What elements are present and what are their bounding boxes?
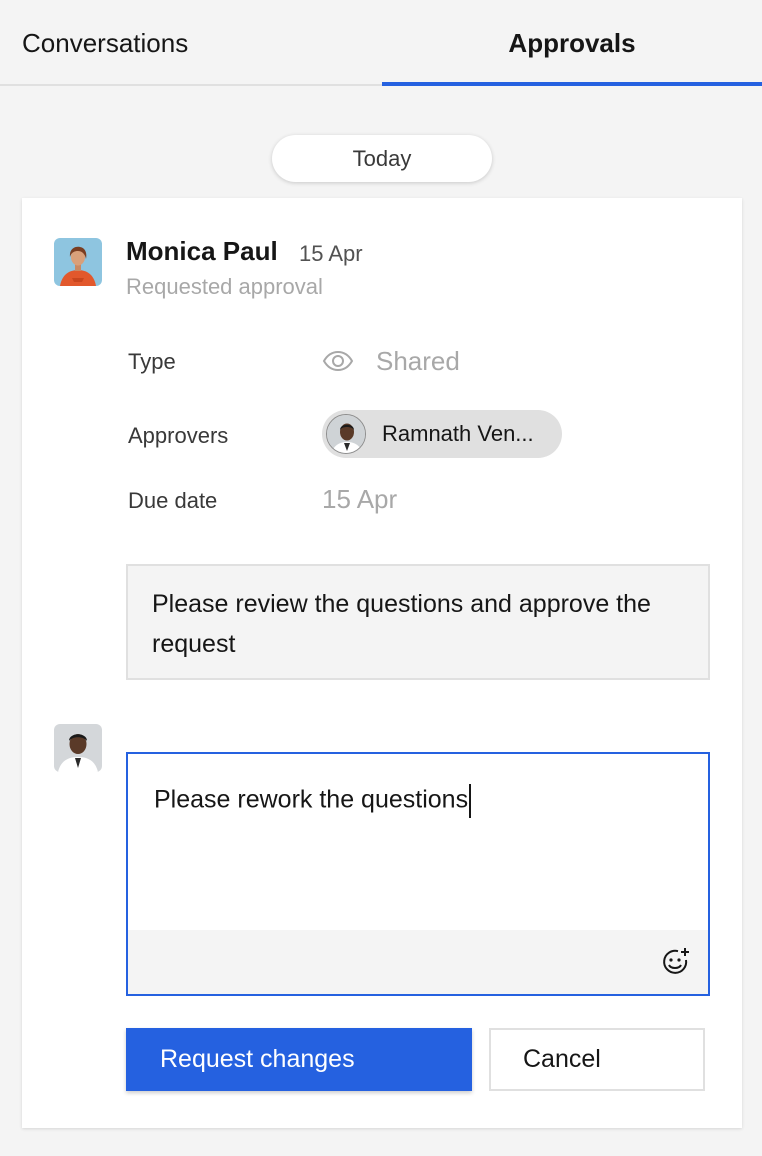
due-date-value: 15 Apr (322, 484, 398, 514)
tab-bar: Conversations Approvals (0, 0, 762, 86)
tab-approvals[interactable]: Approvals (382, 0, 762, 86)
due-date-label: Due date (128, 488, 218, 513)
active-tab-indicator (382, 82, 762, 86)
add-emoji-icon[interactable] (660, 946, 692, 978)
approval-card: Monica Paul 15 Apr Requested approval Ty… (22, 198, 742, 1128)
type-value: Shared (322, 344, 460, 378)
approvers-label: Approvers (128, 423, 229, 448)
reply-text[interactable]: Please rework the questions (154, 784, 472, 818)
reply-input[interactable]: Please rework the questions (126, 752, 710, 996)
request-action: Requested approval (126, 274, 323, 299)
request-message: Please review the questions and approve … (126, 564, 710, 680)
tab-approvals-label: Approvals (508, 27, 636, 58)
reply-value: Please rework the questions (154, 785, 469, 814)
text-caret (469, 784, 472, 818)
approver-avatar (326, 414, 366, 454)
request-date: 15 Apr (299, 241, 363, 266)
reply-toolbar (128, 930, 708, 994)
request-changes-button[interactable]: Request changes (126, 1028, 472, 1091)
tab-conversations[interactable]: Conversations (22, 0, 362, 86)
cancel-button[interactable]: Cancel (489, 1028, 705, 1091)
tab-conversations-label: Conversations (22, 27, 189, 58)
approver-chip[interactable]: Ramnath Ven... (322, 410, 562, 458)
approver-name: Ramnath Ven... (382, 421, 534, 446)
request-author: Monica Paul (126, 236, 278, 266)
current-user-avatar (54, 724, 102, 772)
type-label: Type (128, 349, 176, 374)
date-separator: Today (272, 135, 492, 182)
avatar (54, 238, 102, 286)
eye-icon (322, 350, 354, 372)
type-value-text: Shared (376, 345, 460, 376)
